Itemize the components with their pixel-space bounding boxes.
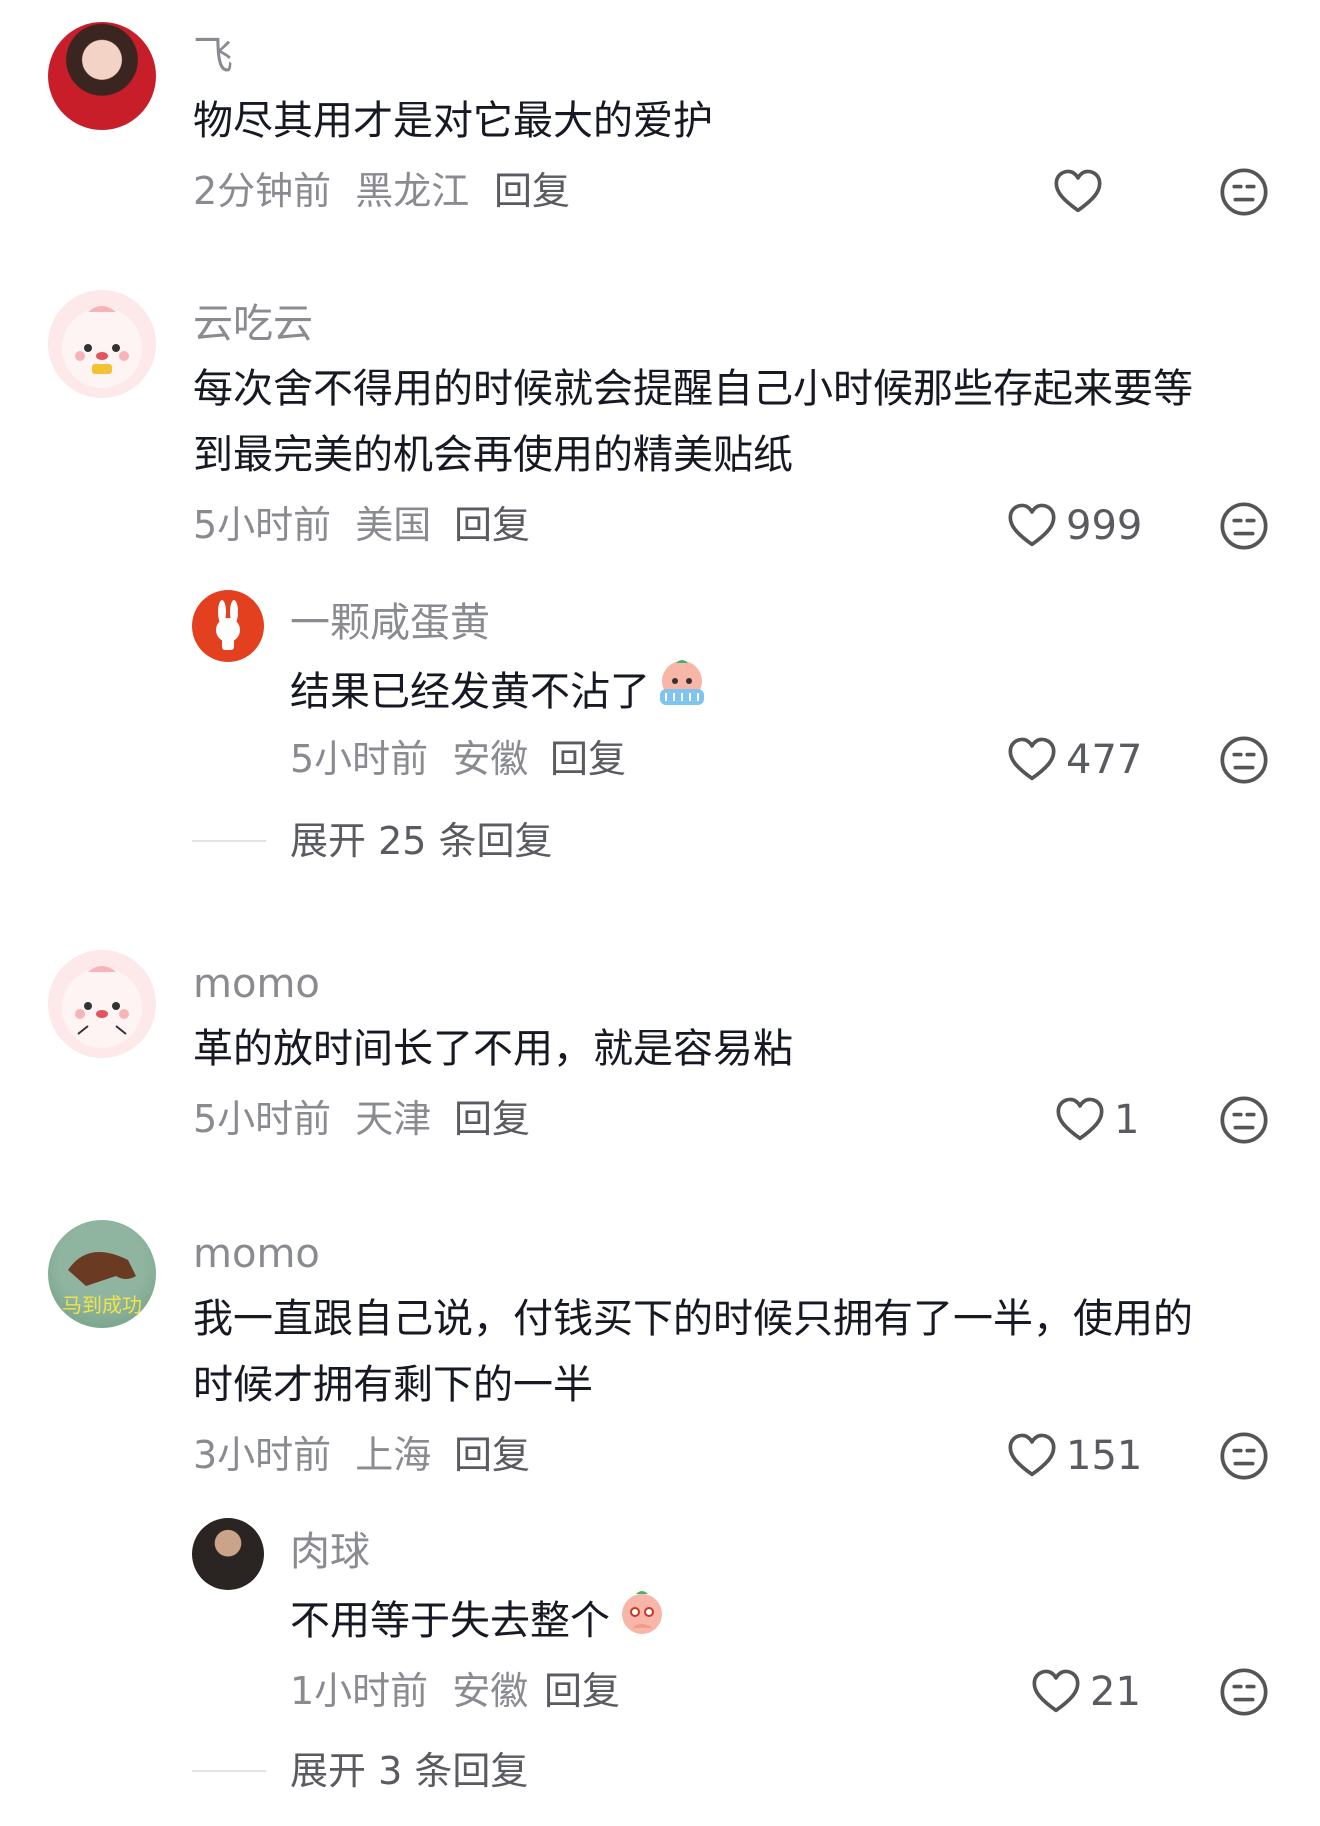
avatar[interactable] <box>48 22 156 130</box>
comment-location: 上海 <box>355 1433 432 1477</box>
reply-button[interactable]: 回复 <box>494 172 570 210</box>
heart-icon <box>1006 500 1058 552</box>
reply-text-content: 不用等于失去整个 <box>290 1598 610 1644</box>
avatar[interactable]: 马到成功 <box>48 1220 156 1328</box>
comment-text-line-2: 到最完美的机会再使用的精美贴纸 <box>193 432 793 478</box>
like-count: 151 <box>1066 1433 1143 1479</box>
like-button[interactable]: 1 <box>1054 1094 1139 1146</box>
like-count: 477 <box>1066 737 1143 783</box>
horse-avatar-icon: 马到成功 <box>62 1252 142 1317</box>
username[interactable]: 肉球 <box>290 1532 370 1572</box>
like-button[interactable]: 999 <box>1006 500 1142 552</box>
shy-face-icon <box>622 1591 662 1634</box>
avatar-caption: 马到成功 <box>62 1294 142 1317</box>
heart-icon <box>1030 1666 1082 1718</box>
comment-text-line-1: 我一直跟自己说，付钱买下的时候只拥有了一半，使用的 <box>193 1296 1193 1342</box>
crying-face-icon <box>660 660 704 705</box>
avatar[interactable] <box>192 1518 264 1590</box>
comment-meta: 5小时前 天津 <box>193 1100 431 1138</box>
avatar[interactable] <box>48 950 156 1058</box>
comment-time: 5小时前 <box>193 1097 332 1141</box>
reply-time: 1小时前 <box>290 1669 429 1713</box>
like-button[interactable]: 151 <box>1006 1430 1142 1482</box>
expand-replies-label: 展开 25 条回复 <box>290 819 553 863</box>
neutral-face-icon <box>1218 1094 1270 1146</box>
dislike-button[interactable] <box>1218 1430 1270 1486</box>
divider-line <box>192 840 266 842</box>
neutral-face-icon <box>1218 734 1270 786</box>
heart-icon <box>1006 1430 1058 1482</box>
dislike-button[interactable] <box>1218 500 1270 556</box>
username[interactable]: momo <box>193 964 320 1004</box>
avatar[interactable] <box>192 590 264 662</box>
reply-meta: 1小时前 安徽 <box>290 1672 528 1710</box>
neutral-face-icon <box>1218 1666 1270 1718</box>
comment-location: 黑龙江 <box>355 169 470 213</box>
neutral-face-icon <box>1218 500 1270 552</box>
like-count: 21 <box>1090 1669 1141 1715</box>
expand-replies[interactable]: 展开 3 条回复 <box>192 1752 528 1790</box>
dislike-button[interactable] <box>1218 1094 1270 1150</box>
comment-location: 天津 <box>355 1097 432 1141</box>
comment-time: 5小时前 <box>193 503 332 547</box>
reply-meta: 5小时前 安徽 <box>290 740 528 778</box>
like-button[interactable] <box>1052 166 1104 218</box>
comment-text: 物尽其用才是对它最大的爱护 <box>193 98 713 144</box>
dislike-button[interactable] <box>1218 166 1270 222</box>
reply-button[interactable]: 回复 <box>454 1436 530 1474</box>
rabbit-avatar-icon <box>216 600 240 650</box>
reply-location: 安徽 <box>452 737 529 781</box>
reply-button[interactable]: 回复 <box>454 506 530 544</box>
neutral-face-icon <box>1218 166 1270 218</box>
comment-meta: 5小时前 美国 <box>193 506 431 544</box>
heart-icon <box>1006 734 1058 786</box>
expand-replies[interactable]: 展开 25 条回复 <box>192 822 553 860</box>
username[interactable]: 云吃云 <box>193 304 313 344</box>
comment-meta: 3小时前 上海 <box>193 1436 431 1474</box>
heart-icon <box>1054 1094 1106 1146</box>
comment-time: 3小时前 <box>193 1433 332 1477</box>
comment-text-line-1: 每次舍不得用的时候就会提醒自己小时候那些存起来要等 <box>193 366 1193 412</box>
comment-text: 革的放时间长了不用，就是容易粘 <box>193 1026 793 1072</box>
like-count: 999 <box>1066 503 1143 549</box>
reply-text-content: 结果已经发黄不沾了 <box>290 669 650 715</box>
cartoon-avatar-icon <box>62 306 142 388</box>
comment-location: 美国 <box>355 503 432 547</box>
reply-button[interactable]: 回复 <box>544 1672 620 1710</box>
username[interactable]: 一颗咸蛋黄 <box>290 603 490 643</box>
heart-icon <box>1052 166 1104 218</box>
like-count: 1 <box>1114 1097 1140 1143</box>
like-button[interactable]: 21 <box>1030 1666 1141 1718</box>
divider-line <box>192 1770 266 1772</box>
username[interactable]: 飞 <box>193 36 233 76</box>
comment-text-line-2: 时候才拥有剩下的一半 <box>193 1362 593 1408</box>
reply-text: 结果已经发黄不沾了 <box>290 655 710 725</box>
expand-replies-label: 展开 3 条回复 <box>290 1749 529 1793</box>
reply-time: 5小时前 <box>290 737 429 781</box>
dislike-button[interactable] <box>1218 734 1270 790</box>
comment-meta: 2分钟前 黑龙江 <box>193 172 469 210</box>
reply-location: 安徽 <box>452 1669 529 1713</box>
comment-time: 2分钟前 <box>193 169 332 213</box>
like-button[interactable]: 477 <box>1006 734 1142 786</box>
username[interactable]: momo <box>193 1234 320 1274</box>
avatar[interactable] <box>48 290 156 398</box>
cartoon-avatar-icon <box>62 966 142 1048</box>
neutral-face-icon <box>1218 1430 1270 1482</box>
reply-button[interactable]: 回复 <box>550 740 626 778</box>
reply-text: 不用等于失去整个 <box>290 1584 670 1654</box>
reply-button[interactable]: 回复 <box>454 1100 530 1138</box>
dislike-button[interactable] <box>1218 1666 1270 1722</box>
